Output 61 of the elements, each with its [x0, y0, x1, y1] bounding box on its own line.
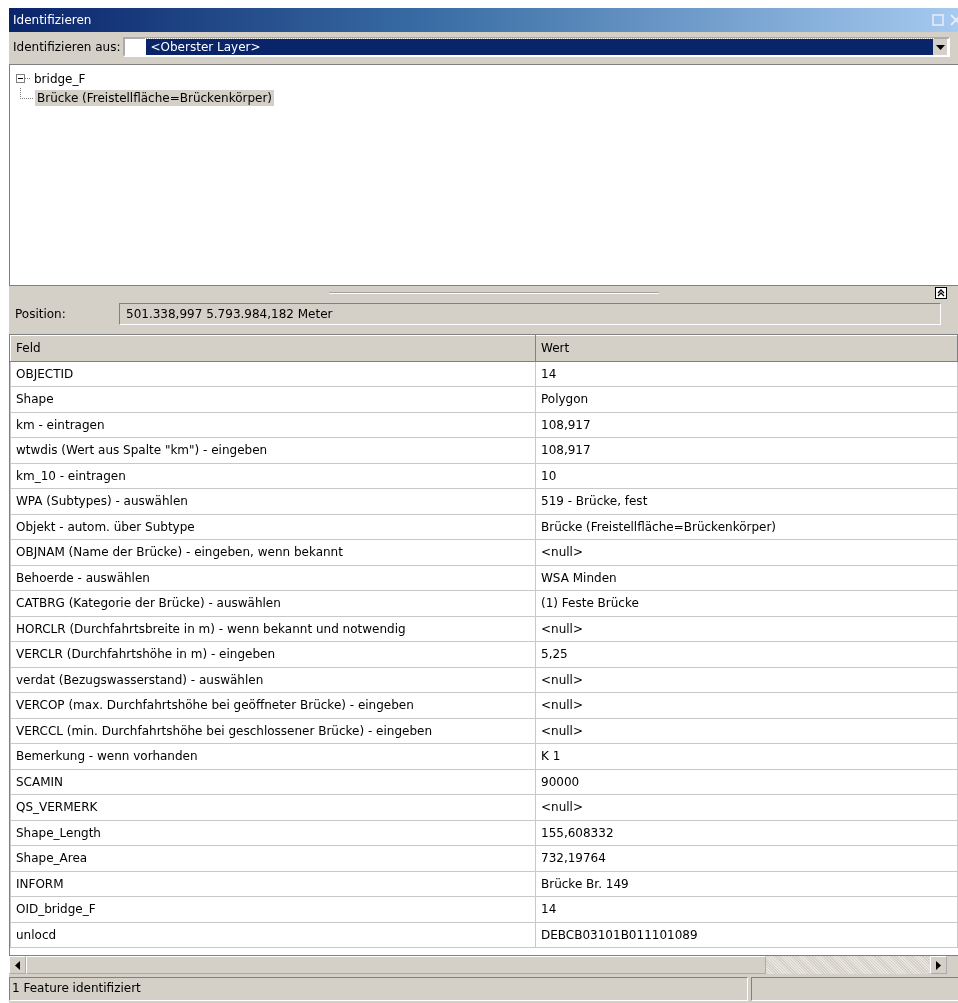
- table-cell: 10: [535, 463, 958, 489]
- identify-from-label: Identifizieren aus:: [13, 40, 121, 54]
- table-cell: Behoerde - auswählen: [10, 565, 536, 591]
- table-cell: 5,25: [535, 641, 958, 667]
- collapse-box-icon[interactable]: [16, 74, 25, 83]
- position-label: Position:: [15, 307, 67, 321]
- table-cell: WSA Minden: [535, 565, 958, 591]
- table-cell: 108,917: [535, 437, 958, 463]
- table-cell: Bemerkung - wenn vorhanden: [10, 743, 536, 769]
- table-cell: INFORM: [10, 871, 536, 897]
- table-cell: (1) Feste Brücke: [535, 590, 958, 616]
- table-cell: Shape_Length: [10, 820, 536, 846]
- table-cell: VERCCL (min. Durchfahrtshöhe bei geschlossener Brücke) - eingeben: [10, 718, 536, 744]
- status-text: 1 Feature identifiziert: [9, 977, 748, 1001]
- table-cell: VERCLR (Durchfahrtshöhe in m) - eingeben: [10, 641, 536, 667]
- table-cell: <null>: [535, 616, 958, 642]
- layer-dropdown[interactable]: <Oberster Layer>: [123, 37, 950, 57]
- table-cell: K 1: [535, 743, 958, 769]
- table-cell: CATBRG (Kategorie der Brücke) - auswählen: [10, 590, 536, 616]
- table-cell: OID_bridge_F: [10, 896, 536, 922]
- column-header[interactable]: Feld: [10, 335, 536, 361]
- table-cell: km - eintragen: [10, 412, 536, 438]
- tree-item[interactable]: bridge_F: [32, 70, 88, 87]
- table-cell: OBJECTID: [10, 361, 536, 387]
- collapse-icon[interactable]: [935, 287, 947, 299]
- table-cell: km_10 - eintragen: [10, 463, 536, 489]
- caret-icon: [935, 44, 945, 50]
- left-arrow-icon[interactable]: [15, 960, 20, 970]
- table-cell: <null>: [535, 718, 958, 744]
- table-cell: QS_VERMERK: [10, 794, 536, 820]
- table-cell: WPA (Subtypes) - auswählen: [10, 488, 536, 514]
- tree-item[interactable]: Brücke (Freistellfläche=Brückenkörper): [35, 89, 275, 106]
- table-cell: Brücke Br. 149: [535, 871, 958, 897]
- table-cell: 14: [535, 896, 958, 922]
- table-cell: wtwdis (Wert aus Spalte "km") - eingeben: [10, 437, 536, 463]
- table-cell: unlocd: [10, 922, 536, 948]
- table-cell: verdat (Bezugswasserstand) - auswählen: [10, 667, 536, 693]
- table-cell: Shape_Area: [10, 845, 536, 871]
- table-cell: 14: [535, 361, 958, 387]
- table-cell: Polygon: [535, 386, 958, 412]
- table-cell: <null>: [535, 667, 958, 693]
- window-title: Identifizieren: [13, 13, 92, 27]
- column-header[interactable]: Wert: [535, 335, 958, 361]
- table-cell: 90000: [535, 769, 958, 795]
- table-cell: SCAMIN: [10, 769, 536, 795]
- table-cell: 519 - Brücke, fest: [535, 488, 958, 514]
- table-cell: HORCLR (Durchfahrtsbreite in m) - wenn bekannt und notwendig: [10, 616, 536, 642]
- table-cell: OBJNAM (Name der Brücke) - eingeben, wenn bekannt: [10, 539, 536, 565]
- table-cell: <null>: [535, 692, 958, 718]
- table-cell: Objekt - autom. über Subtype: [10, 514, 536, 540]
- table-cell: <null>: [535, 539, 958, 565]
- table-cell: 108,917: [535, 412, 958, 438]
- position-field: 501.338,997 5.793.984,182 Meter: [119, 303, 941, 325]
- table-cell: 155,608332: [535, 820, 958, 846]
- right-arrow-icon[interactable]: [936, 960, 941, 970]
- table-cell: Shape: [10, 386, 536, 412]
- table-cell: <null>: [535, 794, 958, 820]
- table-cell: DEBCB03101B011101089: [535, 922, 958, 948]
- table-cell: VERCOP (max. Durchfahrtshöhe bei geöffneter Brücke) - eingeben: [10, 692, 536, 718]
- table-cell: Brücke (Freistellfläche=Brückenkörper): [535, 514, 958, 540]
- table-cell: 732,19764: [535, 845, 958, 871]
